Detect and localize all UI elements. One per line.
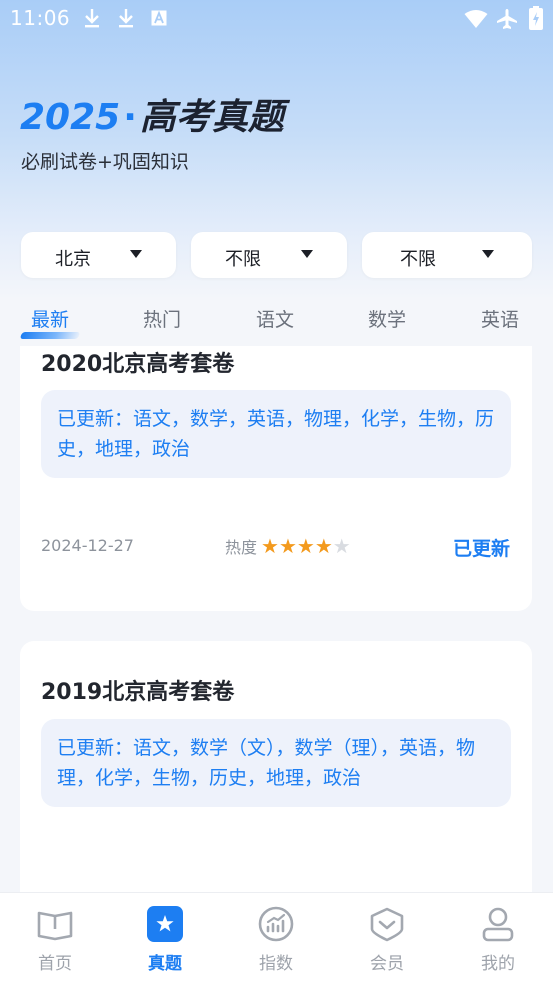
page-subtitle: 必刷试卷+巩固知识	[21, 151, 189, 173]
caret-down-icon	[482, 250, 494, 258]
battery-icon	[529, 6, 543, 30]
title-text: 高考真题	[139, 97, 284, 138]
paper-card[interactable]: 2019北京高考套卷 已更新：语文，数学（文），数学（理），英语，物理，化学，生…	[20, 641, 532, 892]
tab-chinese[interactable]: 语文	[256, 305, 294, 332]
status-time: 11:06	[10, 6, 71, 30]
nav-vip[interactable]: 会员	[332, 893, 442, 984]
filter-label: 不限	[225, 249, 261, 270]
star-icon	[147, 906, 183, 942]
filter-label: 北京	[55, 249, 91, 270]
star-filled-icon: ★	[261, 534, 279, 558]
wifi-icon	[464, 10, 488, 28]
filter-label: 不限	[400, 249, 436, 270]
chart-icon	[258, 906, 294, 942]
filter-year-dropdown[interactable]: 不限	[191, 232, 347, 278]
title-dot: ·	[123, 97, 137, 138]
heat-stars: ★ ★ ★ ★ ★	[261, 536, 351, 556]
download-icon	[119, 9, 133, 28]
tab-english[interactable]: 英语	[481, 305, 519, 332]
paper-title: 2020北京高考套卷	[41, 352, 235, 377]
tab-math[interactable]: 数学	[368, 305, 406, 332]
tab-hot[interactable]: 热门	[143, 305, 181, 332]
page-title: 2025·高考真题	[20, 88, 284, 140]
caret-down-icon	[130, 250, 142, 258]
paper-card[interactable]: 2020北京高考套卷 已更新：语文，数学，英语，物理，化学，生物，历史，地理，政…	[20, 346, 532, 611]
nav-label: 会员	[370, 954, 404, 974]
book-icon	[37, 911, 73, 941]
heat-label: 热度	[225, 538, 258, 557]
star-filled-icon: ★	[278, 534, 297, 558]
nav-label: 指数	[259, 954, 293, 974]
paper-status[interactable]: 已更新	[453, 534, 510, 561]
status-bar: 11:06	[0, 0, 553, 38]
nav-label: 我的	[481, 954, 515, 974]
bottom-nav: 首页 真题 指数 会员 我的	[0, 892, 553, 984]
nav-index[interactable]: 指数	[221, 893, 331, 984]
nav-label: 首页	[38, 954, 72, 974]
nav-home[interactable]: 首页	[0, 893, 110, 984]
nav-mine[interactable]: 我的	[443, 893, 553, 984]
vip-icon	[370, 907, 404, 942]
font-icon	[151, 10, 167, 26]
star-empty-icon: ★	[332, 534, 351, 558]
download-icon	[85, 9, 99, 28]
paper-updated-subjects: 已更新：语文，数学（文），数学（理），英语，物理，化学，生物，历史，地理，政治	[41, 719, 511, 807]
star-filled-icon: ★	[296, 534, 315, 558]
tab-latest[interactable]: 最新	[31, 305, 69, 332]
star-filled-icon: ★	[314, 534, 333, 558]
caret-down-icon	[301, 250, 313, 258]
paper-heat: 热度 ★ ★ ★ ★ ★	[225, 534, 351, 558]
nav-label: 真题	[148, 954, 182, 974]
paper-title: 2019北京高考套卷	[41, 680, 235, 705]
title-year: 2025	[20, 97, 121, 138]
filter-region-dropdown[interactable]: 北京	[21, 232, 176, 278]
paper-date: 2024-12-27	[41, 536, 134, 555]
airplane-icon	[497, 9, 517, 29]
paper-updated-subjects: 已更新：语文，数学，英语，物理，化学，生物，历史，地理，政治	[41, 390, 511, 478]
paper-list[interactable]: 2020北京高考套卷 已更新：语文，数学，英语，物理，化学，生物，历史，地理，政…	[0, 346, 553, 892]
filter-subject-dropdown[interactable]: 不限	[362, 232, 532, 278]
user-icon	[482, 907, 514, 942]
tab-active-indicator	[19, 332, 81, 339]
nav-exams[interactable]: 真题	[110, 893, 220, 984]
